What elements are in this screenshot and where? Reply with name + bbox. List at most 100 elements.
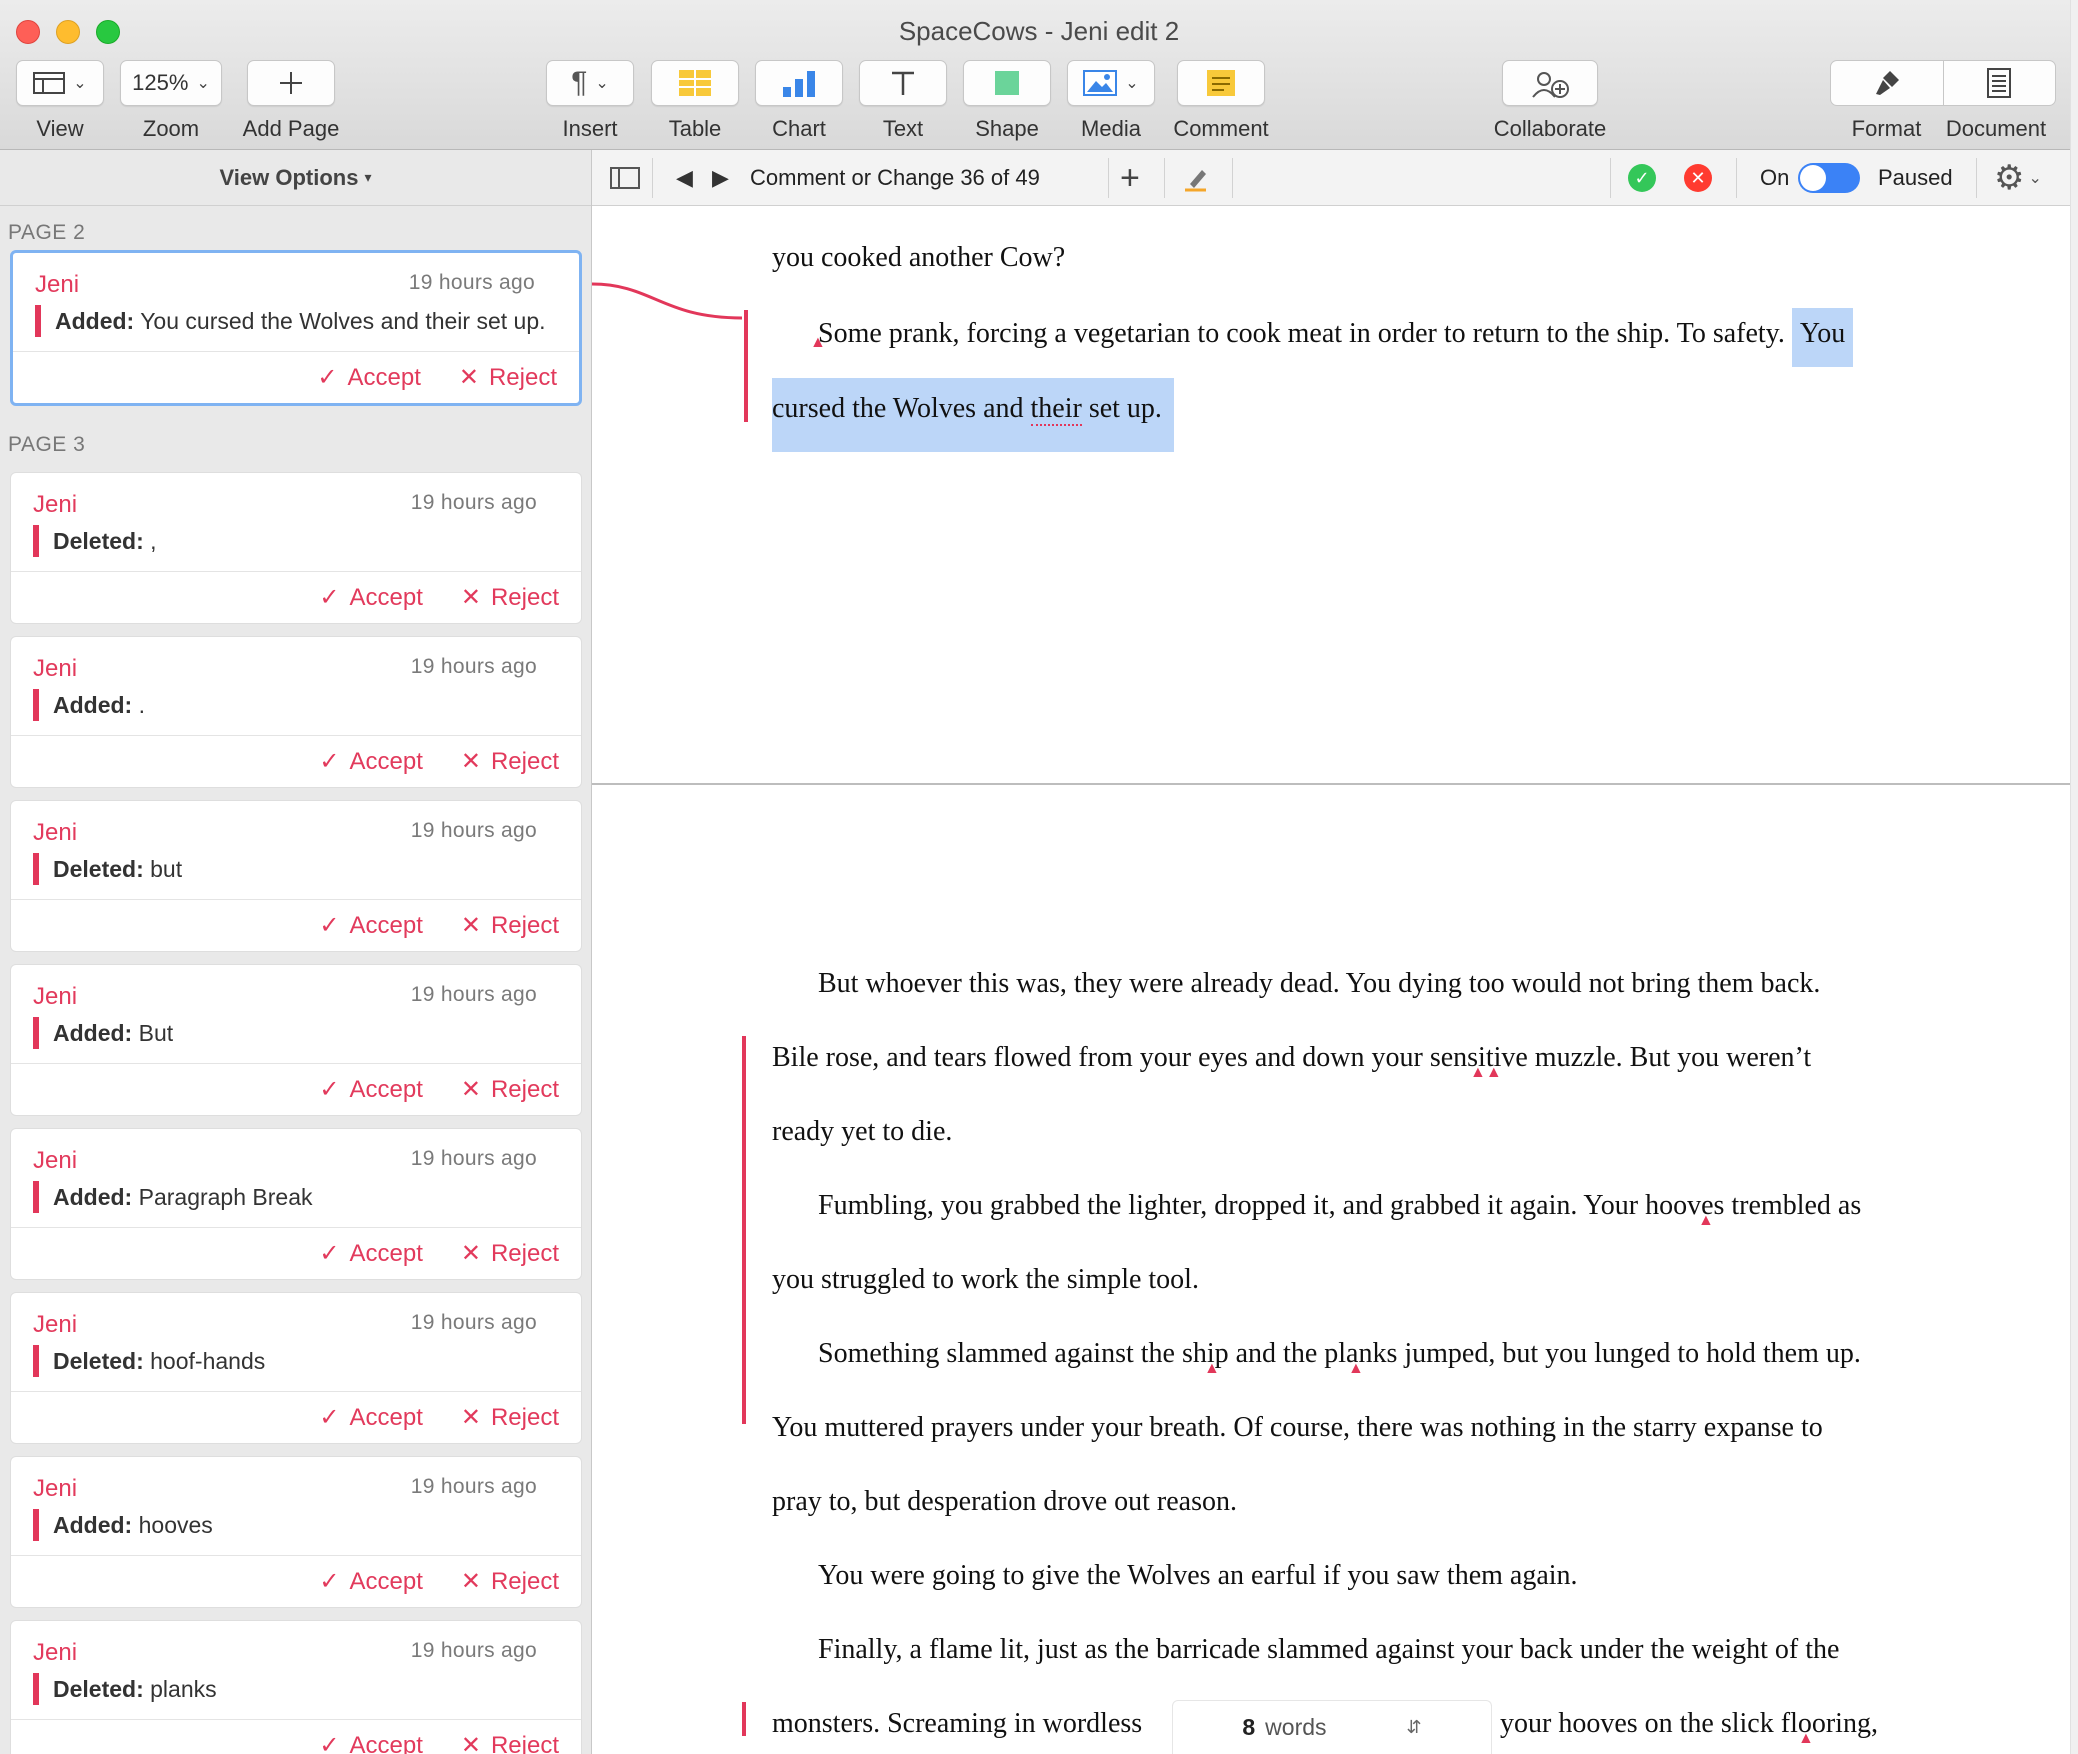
toolbar: SpaceCows - Jeni edit 2 ⌄ View 125% ⌄ Zo… xyxy=(0,0,2078,150)
next-change-button[interactable]: ▶ xyxy=(712,150,729,206)
change-card[interactable]: Jeni 19 hours ago Added: hooves ✓ Accept ✕ Rej… xyxy=(10,1456,582,1608)
insert-button[interactable]: ¶ ⌄ xyxy=(546,60,634,106)
media-button[interactable]: ⌄ xyxy=(1067,60,1155,106)
accept-button[interactable]: ✓ Accept xyxy=(319,747,422,776)
comment-button[interactable] xyxy=(1177,60,1265,106)
bar-chart-icon xyxy=(783,71,815,97)
change-card[interactable]: Jeni 19 hours ago Added: You cursed the … xyxy=(10,250,582,406)
accept-button[interactable]: ✓ Accept xyxy=(319,1731,422,1754)
zoom-select[interactable]: 125% ⌄ xyxy=(120,60,222,106)
accept-button[interactable]: ✓ Accept xyxy=(319,1567,422,1596)
view-tool[interactable]: ⌄ View xyxy=(16,60,104,142)
change-card[interactable]: Jeni 19 hours ago Deleted: , ✓ Accept ✕ Reject xyxy=(10,472,582,624)
accept-button[interactable]: ✓ Accept xyxy=(319,1075,422,1104)
zoom-value: 125% xyxy=(132,70,189,95)
chart-tool[interactable]: Chart xyxy=(755,60,843,142)
reject-label: Reject xyxy=(490,1239,559,1267)
shape-button[interactable] xyxy=(963,60,1051,106)
media-tool[interactable]: ⌄ Media xyxy=(1067,60,1155,142)
change-card[interactable]: Jeni 19 hours ago Deleted: hoof-hands ✓ Acce… xyxy=(10,1292,582,1444)
tracking-toggle[interactable] xyxy=(1798,150,1860,206)
change-card[interactable]: Jeni 19 hours ago Deleted: but ✓ Accept ✕ Reje… xyxy=(10,800,582,952)
accept-label: Accept xyxy=(349,1567,423,1595)
stepper-icon[interactable]: ⇵ xyxy=(1407,1717,1422,1738)
accept-button[interactable]: ✓ Accept xyxy=(319,911,422,940)
card-time: 19 hours ago xyxy=(410,655,537,678)
reject-label: Reject xyxy=(490,1403,559,1431)
toggle-switch[interactable] xyxy=(1798,163,1860,193)
highlight-button[interactable] xyxy=(1182,150,1210,206)
comment-connector xyxy=(592,282,743,320)
checkmark-icon: ✓ xyxy=(319,1076,340,1103)
change-card[interactable]: Jeni 19 hours ago Added: But ✓ Accept ✕ Reject xyxy=(10,964,582,1116)
text-run: set up. xyxy=(1081,393,1162,424)
collaborate-button[interactable] xyxy=(1502,60,1598,106)
change-card[interactable]: Jeni 19 hours ago Added: Paragraph Break ✓ A… xyxy=(10,1128,582,1280)
change-kind: Added: xyxy=(55,308,135,334)
add-comment-button[interactable]: + xyxy=(1120,150,1140,206)
document-canvas[interactable]: you cooked another Cow? Some prank, forc… xyxy=(592,206,2072,1754)
add-page-tool[interactable]: Add Page xyxy=(238,60,344,142)
table-tool[interactable]: Table xyxy=(651,60,739,142)
card-header: Jeni 19 hours ago xyxy=(11,1457,581,1503)
accept-change-button[interactable]: ✓ xyxy=(1628,150,1656,206)
card-header: Jeni 19 hours ago xyxy=(11,637,581,683)
doc-line: ready yet to die. xyxy=(772,1116,953,1147)
reject-label: Reject xyxy=(490,1567,559,1595)
doc-line: monsters. Screaming in wordless xyxy=(772,1708,1143,1739)
word-count-popup[interactable]: 8 words ⇵ xyxy=(1172,1700,1492,1754)
add-page-button[interactable] xyxy=(247,60,335,106)
card-header: Jeni 19 hours ago xyxy=(11,801,581,847)
chart-button[interactable] xyxy=(755,60,843,106)
reject-button[interactable]: ✕ Reject xyxy=(461,583,559,612)
text-run: Some prank, forcing a vegetarian to cook… xyxy=(818,318,1792,349)
card-author: Jeni xyxy=(33,1639,78,1666)
accept-button[interactable]: ✓ Accept xyxy=(319,583,422,612)
x-icon: ✕ xyxy=(458,364,479,391)
change-card[interactable]: Jeni 19 hours ago Deleted: planks ✓ Accept ✕ R… xyxy=(10,1620,582,1754)
view-options-menu[interactable]: View Options ▾ xyxy=(0,150,591,206)
doc-line: cursed the Wolves and their set up. xyxy=(772,378,1174,452)
reject-button[interactable]: ✕ Reject xyxy=(461,1731,559,1754)
reject-button[interactable]: ✕ Reject xyxy=(461,1567,559,1596)
format-button[interactable] xyxy=(1831,61,1944,105)
card-actions: ✓ Accept ✕ Reject xyxy=(11,899,581,951)
document-label: Document xyxy=(1945,116,2047,141)
toggle-sidebar-button[interactable] xyxy=(610,150,640,206)
collaborate-tool[interactable]: Collaborate xyxy=(1490,60,1610,142)
doc-line: But whoever this was, they were already … xyxy=(818,968,1821,999)
doc-line: you struggled to work the simple tool. xyxy=(772,1264,1199,1295)
reject-change-button[interactable]: ✕ xyxy=(1684,150,1712,206)
zoom-tool[interactable]: 125% ⌄ Zoom xyxy=(120,60,222,142)
table-label: Table xyxy=(668,116,722,141)
document-button[interactable] xyxy=(1944,61,2056,105)
separator xyxy=(1164,158,1165,198)
comment-tool[interactable]: Comment xyxy=(1171,60,1271,142)
reject-button[interactable]: ✕ Reject xyxy=(461,1239,559,1268)
vertical-scrollbar[interactable] xyxy=(2070,0,2078,1754)
text-tool[interactable]: Text xyxy=(859,60,947,142)
checkmark-icon: ✓ xyxy=(319,912,340,939)
text-icon xyxy=(892,71,914,95)
reject-button[interactable]: ✕ Reject xyxy=(461,911,559,940)
previous-change-button[interactable]: ◀ xyxy=(676,150,693,206)
gear-icon: ⚙ xyxy=(1994,159,2025,197)
change-card[interactable]: Jeni 19 hours ago Added: . ✓ Accept ✕ Reject xyxy=(10,636,582,788)
table-button[interactable] xyxy=(651,60,739,106)
deletion-marker-icon: ▲▲ xyxy=(1470,1064,1502,1081)
accept-button[interactable]: ✓ Accept xyxy=(317,363,420,392)
accept-button[interactable]: ✓ Accept xyxy=(319,1239,422,1268)
insert-tool[interactable]: ¶ ⌄ Insert xyxy=(546,60,634,142)
reject-label: Reject xyxy=(490,747,559,775)
shape-tool[interactable]: Shape xyxy=(963,60,1051,142)
view-button[interactable]: ⌄ xyxy=(16,60,104,106)
reject-button[interactable]: ✕ Reject xyxy=(461,1075,559,1104)
tracking-settings-button[interactable]: ⚙ ⌄ xyxy=(1994,150,2042,206)
text-button[interactable] xyxy=(859,60,947,106)
accept-button[interactable]: ✓ Accept xyxy=(319,1403,422,1432)
reject-button[interactable]: ✕ Reject xyxy=(459,363,557,392)
reject-button[interactable]: ✕ Reject xyxy=(461,747,559,776)
checkmark-icon: ✓ xyxy=(319,1240,340,1267)
card-actions: ✓ Accept ✕ Reject xyxy=(11,1063,581,1115)
reject-button[interactable]: ✕ Reject xyxy=(461,1403,559,1432)
